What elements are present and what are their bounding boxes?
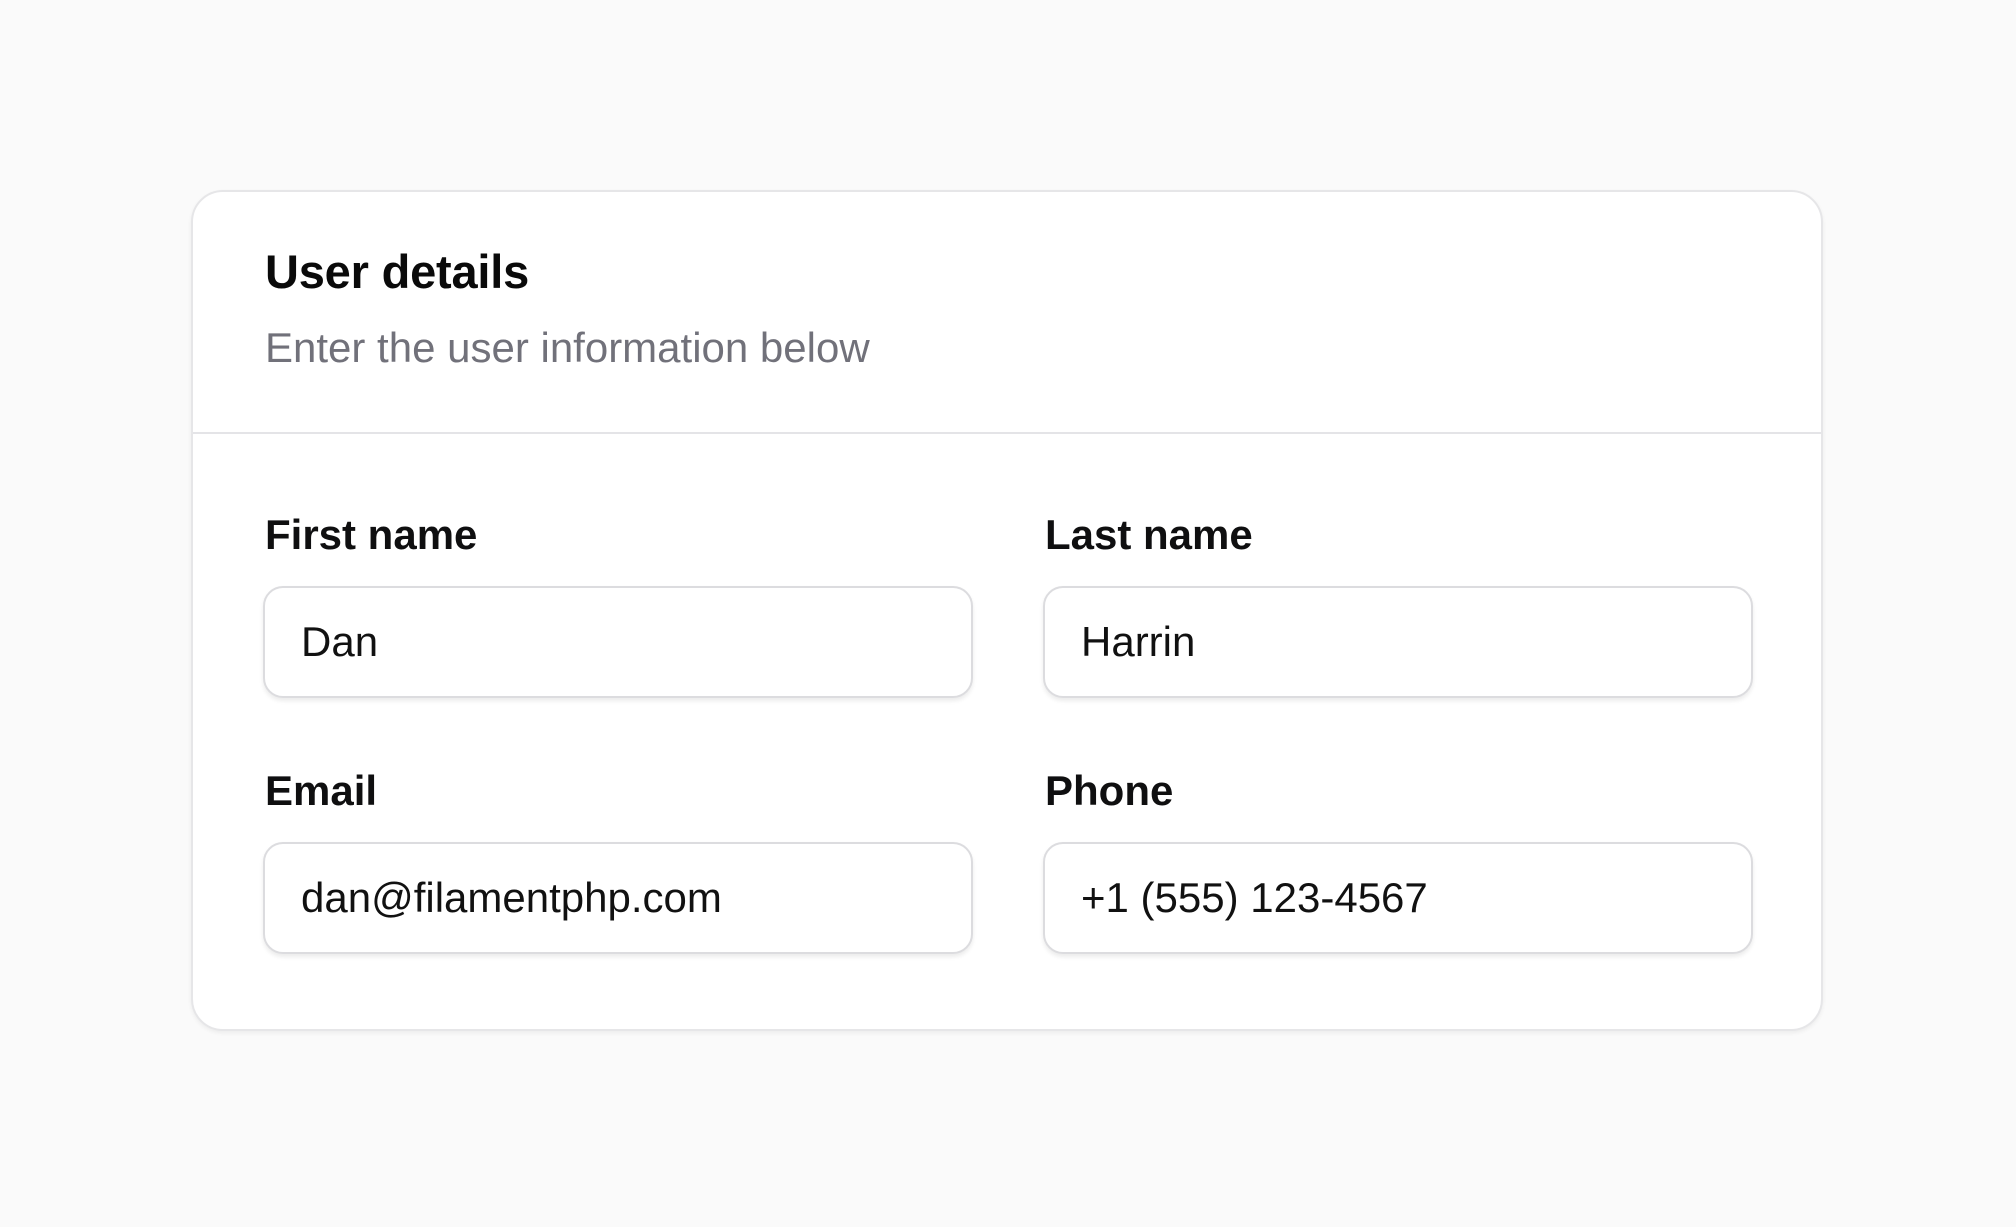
card-header: User details Enter the user information … — [193, 192, 1821, 434]
phone-input[interactable] — [1043, 842, 1753, 954]
card-description: Enter the user information below — [265, 324, 870, 371]
phone-label: Phone — [1045, 767, 1174, 814]
first-name-field: First name — [263, 514, 973, 698]
email-label: Email — [265, 767, 378, 814]
user-form: First name Last name Email Phone — [193, 434, 1821, 954]
first-name-label: First name — [265, 511, 478, 558]
email-input[interactable] — [263, 842, 973, 954]
last-name-field: Last name — [1043, 514, 1753, 698]
phone-field: Phone — [1043, 770, 1753, 954]
last-name-input[interactable] — [1043, 586, 1753, 698]
card-title: User details — [265, 245, 530, 298]
first-name-input[interactable] — [263, 586, 973, 698]
user-details-card: User details Enter the user information … — [191, 190, 1823, 1031]
email-field: Email — [263, 770, 973, 954]
last-name-label: Last name — [1045, 511, 1253, 558]
